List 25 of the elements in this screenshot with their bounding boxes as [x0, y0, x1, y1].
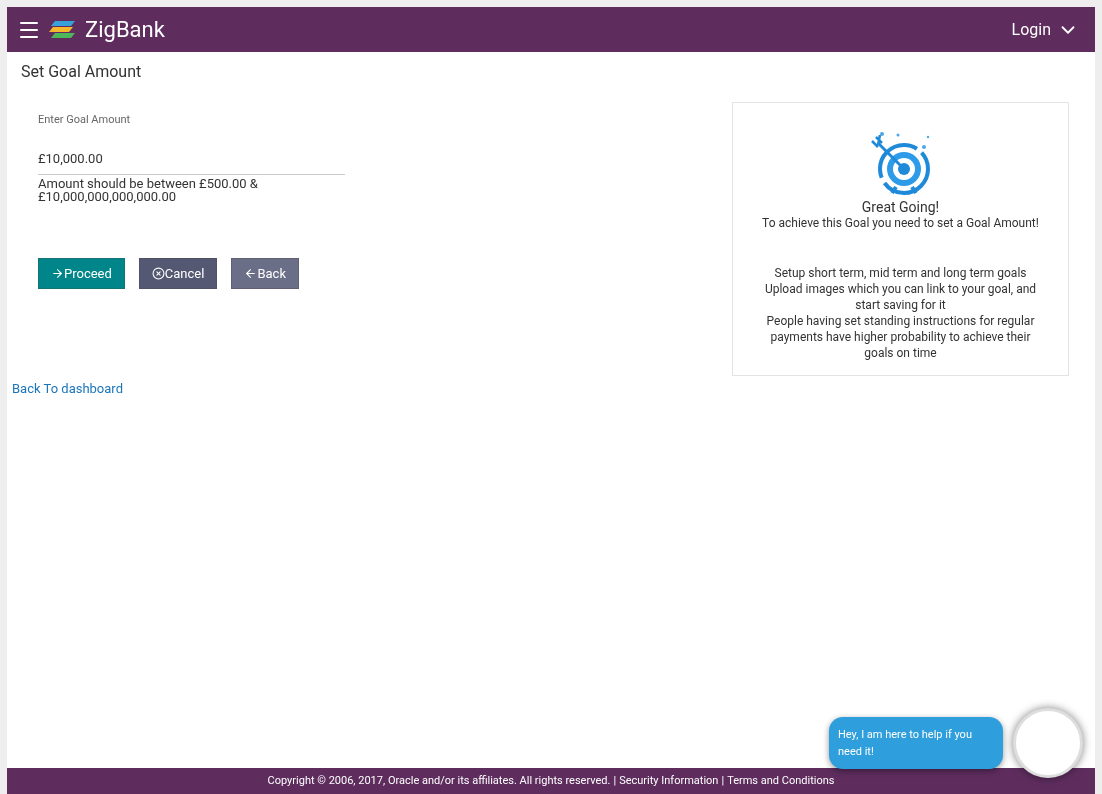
tip-text: Upload images which you can link to your goal, and start saving for it — [763, 281, 1038, 313]
back-to-dashboard-link[interactable]: Back To dashboard — [12, 379, 345, 399]
footer-separator: | — [613, 772, 617, 789]
tip-text: People having set standing instructions for regular payments have higher probability to achieve their goals on time — [765, 313, 1036, 361]
amount-hint: Amount should be between £500.00 & £10,000,000,000,000.00 — [38, 177, 259, 203]
goal-amount-field[interactable]: £10,000.00 — [38, 148, 345, 175]
arrow-left-icon — [244, 267, 258, 280]
card-subtitle: To achieve this Goal you need to set a Goal Amount! — [762, 215, 1039, 231]
arrow-right-icon — [51, 267, 64, 280]
close-icon — [151, 267, 165, 280]
page-title: Set Goal Amount — [20, 61, 143, 83]
footer-separator: | — [721, 772, 725, 789]
chat-avatar[interactable] — [1013, 708, 1083, 778]
tip-text: Setup short term, mid term and long term goals — [774, 265, 1027, 281]
brand-name: ZigBank — [85, 16, 165, 44]
footer-link[interactable]: Terms and Conditions — [727, 772, 835, 790]
login-button[interactable]: Login — [1011, 17, 1079, 42]
back-button[interactable]: Back — [231, 258, 299, 289]
field-label: Enter Goal Amount — [38, 112, 132, 128]
copyright-text: Copyright © 2006, 2017, Oracle and/or its affiliates. All rights reserved. — [267, 772, 611, 789]
cancel-button[interactable]: Cancel — [138, 258, 218, 289]
footer-link[interactable]: Security Information — [619, 772, 719, 790]
logo-icon — [49, 18, 77, 41]
proceed-button[interactable]: Proceed — [38, 258, 125, 289]
card-title: Great Going! — [861, 199, 940, 215]
